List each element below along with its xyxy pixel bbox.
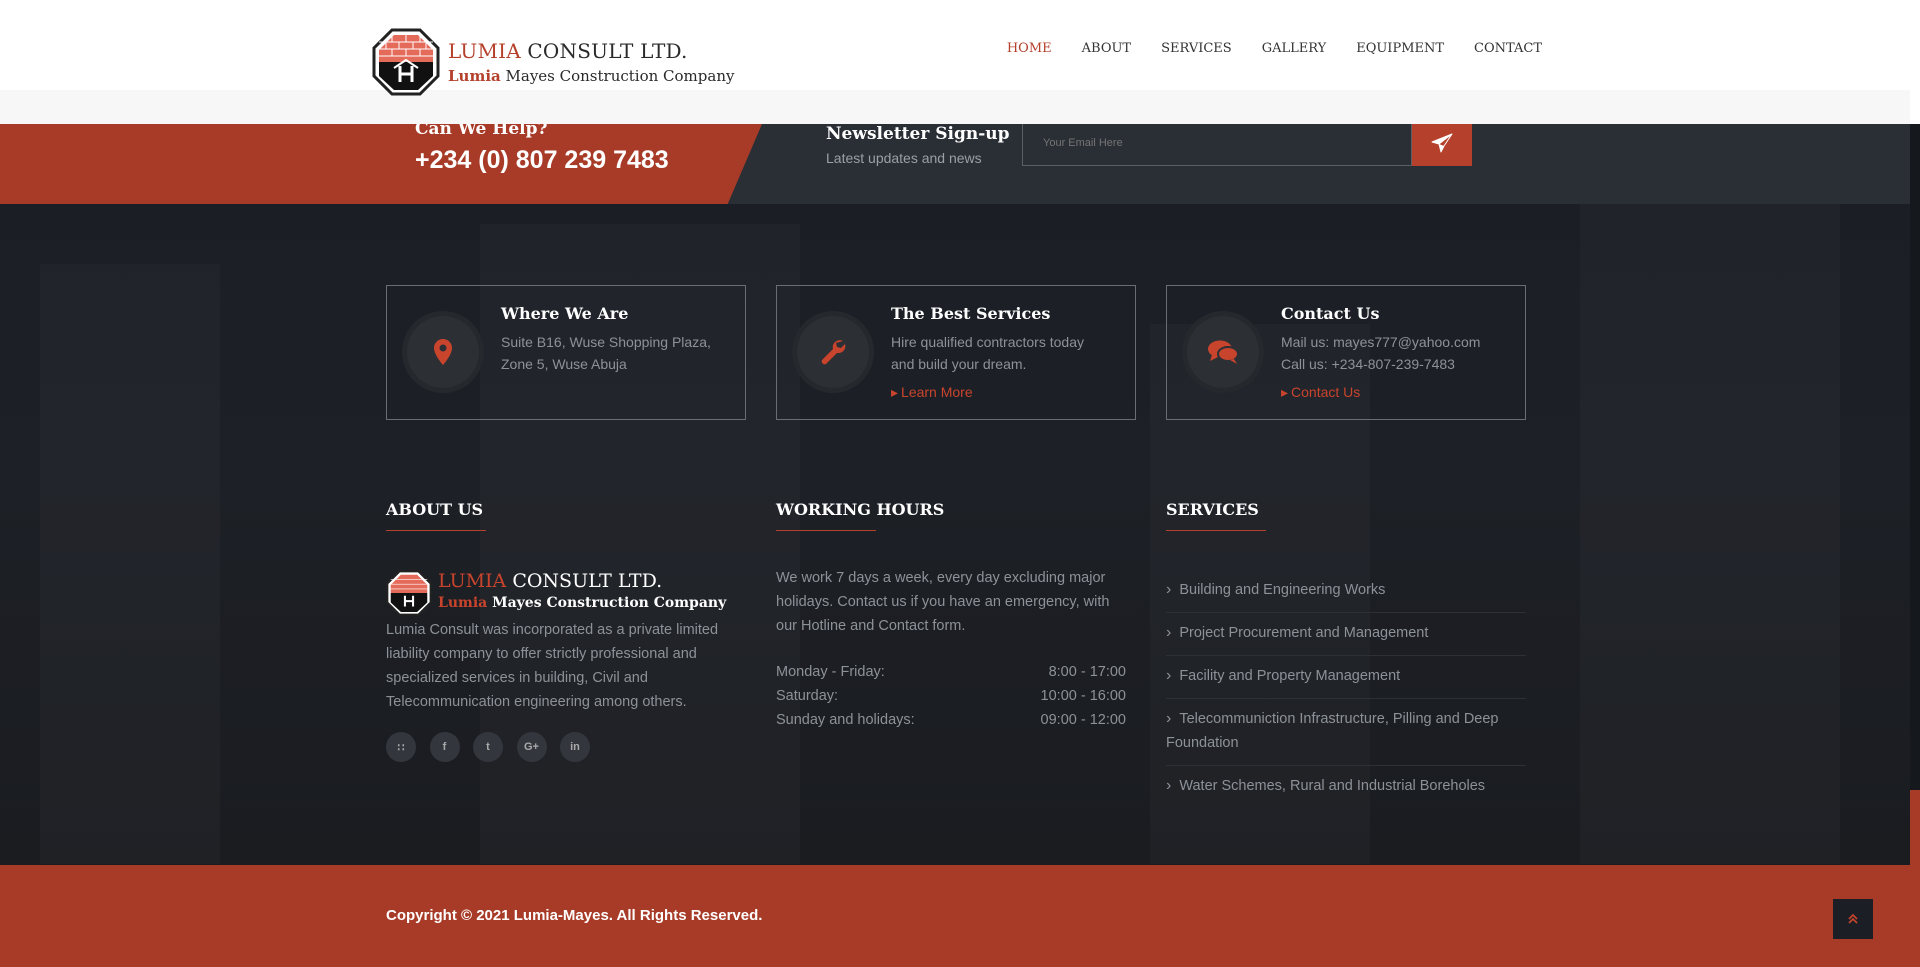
card-contact: Contact Us Mail us: mayes777@yahoo.com C… — [1166, 285, 1526, 420]
rss-icon[interactable]: ∷ — [386, 732, 416, 762]
newsletter-title: Newsletter Sign-up — [826, 124, 1010, 144]
card-icon-circle — [407, 316, 479, 388]
newsletter-email-input[interactable] — [1022, 124, 1412, 166]
wrench-icon — [821, 340, 846, 365]
card-icon-circle — [1187, 316, 1259, 388]
card-title: Contact Us — [1281, 304, 1380, 323]
background-building — [40, 264, 220, 864]
copyright-bar: Copyright © 2021 Lumia-Mayes. All Rights… — [0, 865, 1920, 967]
hours-row: Monday - Friday: 8:00 - 17:00 — [776, 664, 1126, 680]
edge-accent — [1910, 790, 1920, 865]
site-logo[interactable]: LUMIA CONSULT LTD. Lumia Mayes Construct… — [372, 28, 734, 96]
nav-gallery[interactable]: GALLERY — [1262, 41, 1327, 56]
scroll-to-top-button[interactable] — [1833, 899, 1873, 939]
main-nav: HOME ABOUT SERVICES GALLERY EQUIPMENT CO… — [977, 41, 1542, 56]
learn-more-link[interactable]: Learn More — [891, 384, 973, 401]
title-underline — [1166, 530, 1266, 531]
paper-plane-icon — [1431, 133, 1453, 153]
logo-badge-icon — [372, 28, 440, 96]
site-header: LUMIA CONSULT LTD. Lumia Mayes Construct… — [0, 0, 1920, 124]
nav-services[interactable]: SERVICES — [1161, 41, 1232, 56]
copyright-text: Copyright © 2021 Lumia-Mayes. All Rights… — [386, 907, 763, 924]
title-underline — [386, 530, 486, 531]
nav-about[interactable]: ABOUT — [1082, 41, 1131, 56]
card-icon-circle — [797, 316, 869, 388]
about-text: Lumia Consult was incorporated as a priv… — [386, 622, 719, 710]
footer-logo-text: LUMIA CONSULT LTD. Lumia Mayes Construct… — [438, 570, 727, 611]
card-services: The Best Services Hire qualified contrac… — [776, 285, 1136, 420]
google-plus-icon[interactable]: G+ — [516, 732, 547, 762]
service-link[interactable]: Project Procurement and Management — [1166, 613, 1526, 656]
card-title: Where We Are — [501, 304, 629, 323]
comments-icon — [1208, 340, 1239, 364]
hours-row: Saturday: 10:00 - 16:00 — [776, 688, 1126, 704]
contact-us-link[interactable]: Contact Us — [1281, 384, 1360, 401]
nav-contact[interactable]: CONTACT — [1474, 41, 1542, 56]
footer-logo: LUMIA CONSULT LTD. Lumia Mayes Construct… — [386, 570, 726, 616]
card-text: Suite B16, Wuse Shopping Plaza, Zone 5, … — [501, 334, 711, 372]
hours-title: WORKING HOURS — [776, 500, 945, 519]
help-newsletter-band: Can We Help? +234 (0) 807 239 7483 Newsl… — [0, 124, 1910, 204]
header-strip — [0, 90, 1910, 124]
services-title: SERVICES — [1166, 500, 1259, 519]
title-underline — [776, 530, 876, 531]
logo-badge-icon — [386, 570, 432, 616]
card-title: The Best Services — [891, 304, 1051, 323]
service-link[interactable]: Water Schemes, Rural and Industrial Bore… — [1166, 766, 1526, 808]
footer-main: Where We Are Suite B16, Wuse Shopping Pl… — [0, 204, 1910, 865]
help-title: Can We Help? — [415, 124, 548, 139]
about-title: ABOUT US — [386, 500, 484, 519]
facebook-icon[interactable]: f — [429, 732, 460, 762]
card-text: Mail us: mayes777@yahoo.com Call us: +23… — [1281, 334, 1481, 372]
map-marker-icon — [434, 339, 452, 365]
newsletter-submit-button[interactable] — [1412, 124, 1472, 166]
card-location: Where We Are Suite B16, Wuse Shopping Pl… — [386, 285, 746, 420]
chevron-double-up-icon — [1848, 913, 1858, 924]
service-link[interactable]: Facility and Property Management — [1166, 656, 1526, 699]
hours-row: Sunday and holidays: 09:00 - 12:00 — [776, 712, 1126, 728]
newsletter-subtitle: Latest updates and news — [826, 150, 982, 166]
logo-title: LUMIA CONSULT LTD. — [448, 39, 688, 63]
background-building — [1580, 204, 1840, 864]
logo-subtitle: Lumia Mayes Construction Company — [448, 67, 735, 85]
hours-text: We work 7 days a week, every day excludi… — [776, 570, 1110, 634]
logo-text: LUMIA CONSULT LTD. Lumia Mayes Construct… — [448, 39, 734, 85]
help-phone[interactable]: +234 (0) 807 239 7483 — [415, 146, 669, 175]
service-link[interactable]: Telecommuniction Infrastructure, Pilling… — [1166, 699, 1526, 766]
services-list: Building and Engineering Works Project P… — [1166, 570, 1526, 808]
service-link[interactable]: Building and Engineering Works — [1166, 570, 1526, 613]
nav-equipment[interactable]: EQUIPMENT — [1356, 41, 1444, 56]
card-text: Hire qualified contractors today and bui… — [891, 334, 1084, 372]
social-links: ∷ f t G+ in — [386, 732, 604, 762]
linkedin-icon[interactable]: in — [560, 732, 590, 762]
twitter-icon[interactable]: t — [473, 732, 503, 762]
nav-home[interactable]: HOME — [1007, 41, 1052, 56]
